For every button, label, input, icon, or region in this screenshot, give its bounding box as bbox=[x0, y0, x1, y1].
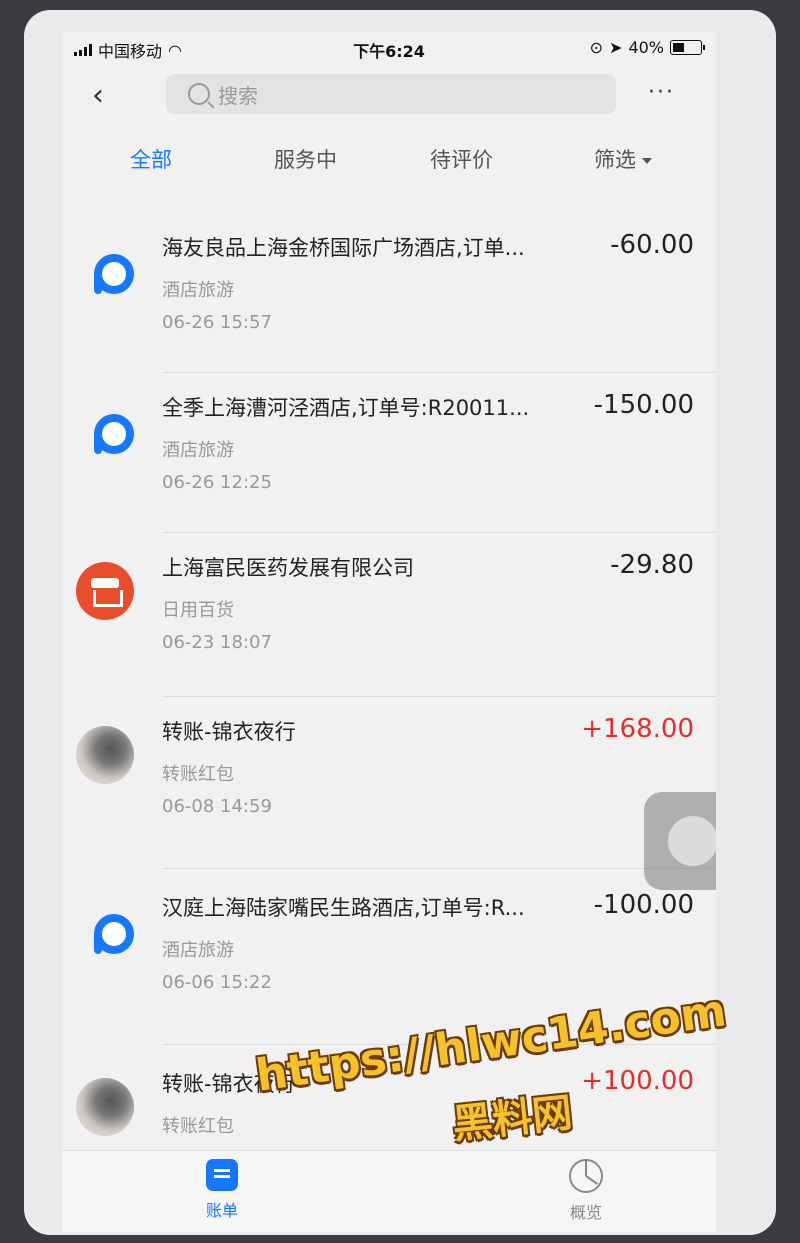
bill-icon bbox=[206, 1159, 238, 1191]
chevron-left-icon[interactable]: ‹ bbox=[92, 76, 104, 116]
phone-frame: 中国移动 ◠ 下午6:24 ⊙ ➤ 40% ‹ 搜索 ··· 全部 服务中 待评… bbox=[0, 0, 800, 1243]
item-time: 06-26 15:57 bbox=[162, 312, 272, 333]
search-placeholder: 搜索 bbox=[218, 83, 258, 108]
filter-tabs: 全部 服务中 待评价 筛选 bbox=[62, 136, 716, 186]
pie-chart-icon bbox=[569, 1159, 603, 1193]
pay-icon bbox=[76, 402, 134, 460]
tab-all[interactable]: 全部 bbox=[130, 144, 172, 174]
item-time: 06-08 14:59 bbox=[162, 796, 272, 817]
filter-label: 筛选 bbox=[594, 148, 636, 172]
status-bar: 中国移动 ◠ 下午6:24 ⊙ ➤ 40% bbox=[62, 32, 716, 64]
location-icon: ➤ bbox=[609, 38, 623, 57]
avatar bbox=[76, 726, 134, 784]
item-title: 上海富民医药发展有限公司 bbox=[162, 556, 414, 580]
bottom-tab-bar: 账单 概览 bbox=[62, 1150, 716, 1232]
item-time: 06-06 15:22 bbox=[162, 972, 272, 993]
item-category: 转账红包 bbox=[162, 1116, 234, 1137]
list-item[interactable]: 海友良品上海金桥国际广场酒店,订单... 酒店旅游 06-26 15:57 -6… bbox=[62, 212, 716, 372]
item-amount: -100.00 bbox=[593, 890, 694, 920]
lock-rotation-icon: ⊙ bbox=[589, 38, 604, 57]
shop-icon bbox=[76, 562, 134, 620]
item-title: 转账-锦衣夜行 bbox=[162, 720, 296, 744]
search-icon bbox=[188, 83, 210, 105]
tab-bill-label: 账单 bbox=[205, 1201, 238, 1220]
tab-bill[interactable]: 账单 bbox=[182, 1159, 262, 1221]
search-input[interactable]: 搜索 bbox=[166, 74, 616, 114]
battery-percent: 40% bbox=[628, 38, 664, 57]
item-time: 06-23 18:07 bbox=[162, 632, 272, 653]
pay-icon bbox=[76, 242, 134, 300]
assistive-touch-button[interactable] bbox=[644, 792, 716, 890]
nav-bar: ‹ 搜索 ··· bbox=[62, 70, 716, 122]
item-amount: -150.00 bbox=[593, 390, 694, 420]
list-item[interactable]: 上海富民医药发展有限公司 日用百货 06-23 18:07 -29.80 bbox=[62, 532, 716, 692]
tab-overview[interactable]: 概览 bbox=[546, 1159, 626, 1223]
tab-to-review[interactable]: 待评价 bbox=[430, 144, 493, 174]
avatar bbox=[76, 1078, 134, 1136]
tab-overview-label: 概览 bbox=[569, 1203, 602, 1222]
item-amount: +168.00 bbox=[581, 714, 694, 744]
item-title: 全季上海漕河泾酒店,订单号:R20011... bbox=[162, 396, 530, 420]
item-category: 酒店旅游 bbox=[162, 280, 234, 301]
item-amount: +100.00 bbox=[581, 1066, 694, 1096]
more-icon[interactable]: ··· bbox=[648, 80, 675, 105]
caret-down-icon bbox=[642, 158, 652, 164]
item-title: 海友良品上海金桥国际广场酒店,订单... bbox=[162, 236, 525, 260]
item-category: 日用百货 bbox=[162, 600, 234, 621]
list-item[interactable]: 转账-锦衣夜行 转账红包 06-08 14:59 +168.00 bbox=[62, 696, 716, 856]
item-time: 06-26 12:25 bbox=[162, 472, 272, 493]
item-category: 酒店旅游 bbox=[162, 940, 234, 961]
tab-filter[interactable]: 筛选 bbox=[594, 144, 652, 174]
item-amount: -29.80 bbox=[610, 550, 694, 580]
item-title: 汉庭上海陆家嘴民生路酒店,订单号:R... bbox=[162, 896, 525, 920]
list-item[interactable]: 全季上海漕河泾酒店,订单号:R20011... 酒店旅游 06-26 12:25… bbox=[62, 372, 716, 532]
tab-in-service[interactable]: 服务中 bbox=[274, 144, 337, 174]
item-category: 酒店旅游 bbox=[162, 440, 234, 461]
item-amount: -60.00 bbox=[610, 230, 694, 260]
pay-icon bbox=[76, 902, 134, 960]
item-category: 转账红包 bbox=[162, 764, 234, 785]
divider bbox=[162, 868, 716, 869]
battery-icon bbox=[670, 40, 705, 55]
